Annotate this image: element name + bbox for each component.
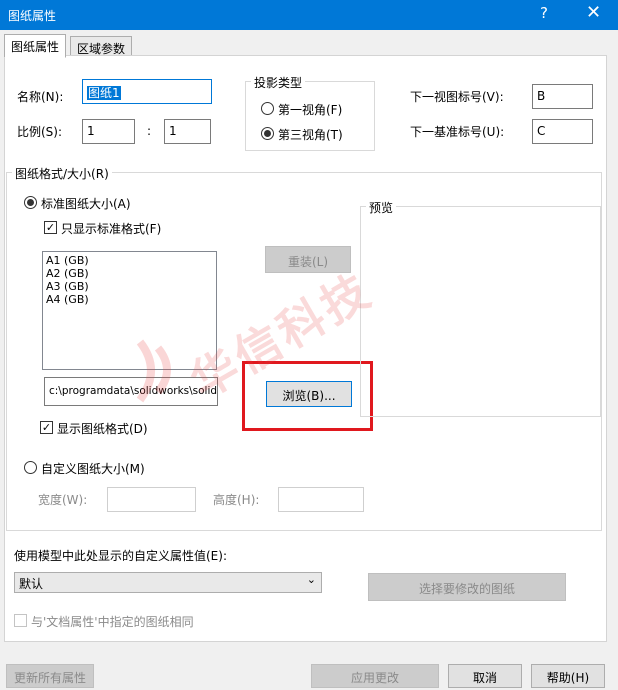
- only-standard-checkbox[interactable]: ✓: [44, 221, 57, 234]
- next-view-label: 下一视图标号(V):: [410, 90, 504, 104]
- standard-size-radio[interactable]: [24, 196, 37, 209]
- title-bar: 图纸属性 ? ✕: [0, 0, 618, 30]
- only-standard-label: 只显示标准格式(F): [61, 222, 162, 236]
- chevron-down-icon: ⌄: [306, 573, 316, 586]
- custom-property-label: 使用模型中此处显示的自定义属性值(E):: [14, 549, 227, 563]
- preview-group: [360, 206, 601, 417]
- apply-button[interactable]: 应用更改: [311, 664, 439, 688]
- preview-label: 预览: [366, 199, 397, 216]
- watermark-logo-icon: [132, 330, 192, 410]
- list-item[interactable]: A1 (GB): [46, 254, 213, 267]
- scale-denominator-input[interactable]: 1: [164, 119, 211, 144]
- first-angle-radio[interactable]: [261, 102, 274, 115]
- show-format-checkbox[interactable]: ✓: [40, 421, 53, 434]
- name-input[interactable]: 图纸1: [82, 79, 212, 104]
- check-icon: ✓: [45, 221, 56, 234]
- next-datum-label: 下一基准标号(U):: [410, 125, 505, 139]
- close-icon[interactable]: ✕: [586, 2, 601, 23]
- select-sheets-button[interactable]: 选择要修改的图纸: [368, 573, 566, 601]
- projection-title: 投影类型: [251, 74, 306, 91]
- same-as-doc-checkbox[interactable]: [14, 614, 27, 627]
- height-label: 高度(H):: [213, 493, 260, 507]
- tab-sheet-properties[interactable]: 图纸属性: [4, 34, 67, 58]
- help-button[interactable]: 帮助(H): [531, 664, 605, 688]
- width-input[interactable]: [107, 487, 196, 512]
- scale-numerator-input[interactable]: 1: [82, 119, 135, 144]
- next-view-input[interactable]: B: [532, 84, 593, 109]
- first-angle-label: 第一视角(F): [278, 103, 343, 117]
- scale-label: 比例(S):: [17, 125, 63, 139]
- standard-size-label: 标准图纸大小(A): [41, 197, 131, 211]
- check-icon: ✓: [41, 421, 52, 434]
- list-item[interactable]: A3 (GB): [46, 280, 213, 293]
- custom-size-label: 自定义图纸大小(M): [41, 462, 145, 476]
- help-icon[interactable]: ?: [540, 4, 548, 22]
- custom-property-dropdown[interactable]: 默认 ⌄: [14, 572, 322, 593]
- scale-separator: :: [147, 124, 152, 138]
- window-title: 图纸属性: [8, 9, 57, 23]
- third-angle-label: 第三视角(T): [278, 128, 343, 142]
- sheet-format-title: 图纸格式/大小(R): [12, 165, 112, 182]
- list-item[interactable]: A2 (GB): [46, 267, 213, 280]
- same-as-doc-label: 与'文档属性'中指定的图纸相同: [31, 615, 194, 629]
- name-value: 图纸1: [87, 86, 121, 100]
- update-all-button[interactable]: 更新所有属性: [6, 664, 94, 688]
- name-label: 名称(N):: [17, 90, 64, 104]
- third-angle-radio[interactable]: [261, 127, 274, 140]
- next-datum-input[interactable]: C: [532, 119, 593, 144]
- show-format-label: 显示图纸格式(D): [57, 422, 148, 436]
- height-input[interactable]: [278, 487, 364, 512]
- width-label: 宽度(W):: [38, 493, 88, 507]
- browse-button[interactable]: 浏览(B)...: [266, 381, 352, 407]
- cancel-button[interactable]: 取消: [448, 664, 522, 688]
- list-item[interactable]: A4 (GB): [46, 293, 213, 306]
- custom-size-radio[interactable]: [24, 461, 37, 474]
- dropdown-value: 默认: [19, 577, 44, 591]
